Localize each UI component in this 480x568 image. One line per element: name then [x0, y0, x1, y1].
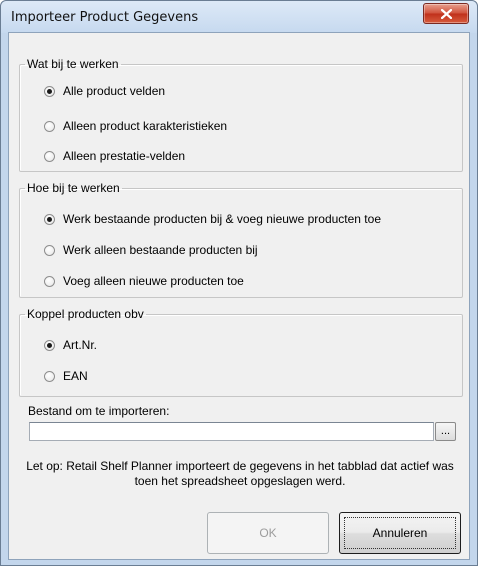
radio-label: Werk alleen bestaande producten bij — [63, 243, 258, 257]
group-update-how-legend: Hoe bij te werken — [27, 181, 120, 195]
file-path-input[interactable] — [29, 422, 434, 441]
import-note: Let op: Retail Shelf Planner importeert … — [26, 459, 454, 488]
radio-label: Alle product velden — [63, 84, 166, 98]
radio-add-new-only[interactable]: Voeg alleen nieuwe producten toe — [44, 274, 244, 288]
radio-label: Alleen product karakteristieken — [63, 119, 228, 133]
radio-label: EAN — [63, 369, 88, 383]
radio-indicator — [44, 213, 55, 225]
focus-rectangle — [344, 517, 456, 549]
radio-update-and-add[interactable]: Werk bestaande producten bij & voeg nieu… — [44, 212, 381, 226]
window-title: Importeer Product Gegevens — [11, 10, 199, 25]
radio-performance-only[interactable]: Alleen prestatie-velden — [44, 149, 185, 163]
group-link-products: Koppel producten obv — [19, 307, 463, 397]
radio-label: Werk bestaande producten bij & voeg nieu… — [63, 212, 381, 226]
radio-update-existing-only[interactable]: Werk alleen bestaande producten bij — [44, 243, 258, 257]
dialog-content: Wat bij te werken Alle product velden Al… — [8, 32, 470, 560]
dialog-window: Importeer Product Gegevens Wat bij te we… — [0, 0, 478, 566]
radio-label: Alleen prestatie-velden — [63, 149, 186, 163]
radio-all-fields[interactable]: Alle product velden — [44, 84, 165, 98]
close-icon — [440, 8, 452, 19]
radio-indicator — [44, 370, 55, 382]
radio-ean[interactable]: EAN — [44, 369, 88, 383]
radio-indicator — [44, 244, 55, 256]
title-bar[interactable]: Importeer Product Gegevens — [1, 1, 477, 33]
browse-button[interactable]: ... — [435, 422, 456, 441]
radio-label: Art.Nr. — [63, 338, 98, 352]
radio-label: Voeg alleen nieuwe producten toe — [63, 274, 244, 288]
radio-indicator — [44, 339, 55, 351]
radio-indicator — [44, 120, 55, 132]
radio-art-nr[interactable]: Art.Nr. — [44, 338, 97, 352]
radio-characteristics-only[interactable]: Alleen product karakteristieken — [44, 119, 227, 133]
radio-indicator — [44, 150, 55, 162]
group-update-what-legend: Wat bij te werken — [27, 57, 119, 71]
file-field-label: Bestand om te importeren: — [28, 404, 170, 418]
cancel-button[interactable]: Annuleren — [339, 512, 461, 554]
close-button[interactable] — [423, 3, 469, 24]
radio-indicator — [44, 85, 55, 97]
ok-button[interactable]: OK — [207, 512, 329, 554]
group-link-products-legend: Koppel producten obv — [27, 307, 144, 321]
radio-indicator — [44, 275, 55, 287]
